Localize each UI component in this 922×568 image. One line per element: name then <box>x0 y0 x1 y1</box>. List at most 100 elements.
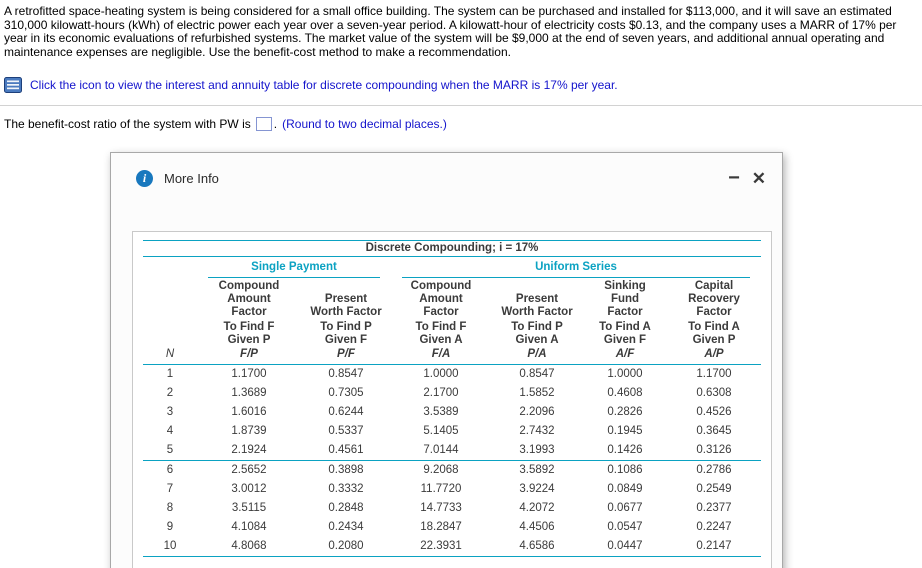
subheader: To Find A Given F A/F <box>583 320 667 365</box>
factor-symbol: P/F <box>337 348 355 360</box>
column-header-label: Capital Recovery Factor <box>688 280 740 318</box>
table-title: Discrete Compounding; i = 17% <box>143 240 761 257</box>
factor-cell: 2.7432 <box>519 425 555 437</box>
group-single-payment: Single Payment <box>197 257 391 280</box>
column-header: Compound Amount Factor <box>391 279 491 320</box>
factor-cell: 0.4608 <box>607 387 643 399</box>
question-row: The benefit-cost ratio of the system wit… <box>4 117 922 131</box>
table-row: 9 4.1084 0.2434 18.2847 4.4506 0.0547 0.… <box>143 518 761 537</box>
factor-cell: 1.3689 <box>231 387 267 399</box>
factor-cell: 0.4526 <box>696 406 732 418</box>
subheader: To Find P Given F P/F <box>301 320 391 365</box>
subheader-find: To Find A Given F <box>599 321 651 346</box>
info-icon-glyph: i <box>142 170 147 185</box>
factor-cell: 2.1700 <box>423 387 459 399</box>
factor-cell: 0.2549 <box>696 483 732 495</box>
factor-cell: 3.5115 <box>231 502 267 514</box>
subheader-find: To Find P Given F <box>320 321 372 346</box>
factor-cell: 0.0447 <box>583 537 667 557</box>
factor-cell: 2 <box>166 387 174 399</box>
factor-cell: 2.5652 <box>231 464 267 476</box>
column-header-spacer <box>143 279 197 320</box>
factor-cell: 0.2377 <box>696 502 732 514</box>
table-row: 3 1.6016 0.6244 3.5389 2.2096 0.2826 0.4… <box>143 403 761 422</box>
info-icon: i <box>136 169 153 187</box>
factor-cell: 0.3645 <box>696 425 732 437</box>
factor-cell: 0.1086 <box>607 464 643 476</box>
table-row: 1 1.1700 0.8547 1.0000 0.8547 1.0000 1.1… <box>143 365 761 385</box>
n-header: N <box>143 320 197 365</box>
question-text: The benefit-cost ratio of the system wit… <box>4 117 251 131</box>
table-row: 8 3.5115 0.2848 14.7733 4.2072 0.0677 0.… <box>143 499 761 518</box>
factor-cell: 1.0000 <box>423 368 459 380</box>
question-period: . <box>273 117 278 131</box>
factor-cell: 6 <box>166 464 174 476</box>
factor-cell: 3.9224 <box>519 483 555 495</box>
factor-cell: 4.6586 <box>491 537 583 557</box>
table-panel: Discrete Compounding; i = 17% Single Pay… <box>132 231 772 568</box>
factor-cell: 3.5389 <box>423 406 459 418</box>
close-button[interactable]: ✕ <box>752 170 766 187</box>
minimize-button[interactable]: − <box>728 168 740 188</box>
column-header: Sinking Fund Factor <box>583 279 667 320</box>
column-header: Present Worth Factor <box>491 279 583 320</box>
factor-cell: 0.6244 <box>328 406 364 418</box>
factor-cell: 3.0012 <box>231 483 267 495</box>
factor-cell: 3.5892 <box>519 464 555 476</box>
factor-cell: 3.1993 <box>491 441 583 461</box>
group-uniform-series: Uniform Series <box>391 257 761 280</box>
factor-cell: 0.2080 <box>301 537 391 557</box>
factor-cell: 14.7733 <box>420 502 462 514</box>
answer-input[interactable] <box>255 117 272 131</box>
factor-cell: 4.2072 <box>519 502 555 514</box>
factor-cell: 4.1084 <box>231 521 267 533</box>
factor-cell: 0.2434 <box>328 521 364 533</box>
factor-cell: 5.1405 <box>423 425 459 437</box>
factor-cell: 9 <box>166 521 174 533</box>
factor-cell: 3 <box>166 406 174 418</box>
factor-cell: 0.0547 <box>607 521 643 533</box>
factor-cell: 0.3126 <box>667 441 761 461</box>
factor-symbol: A/P <box>704 348 724 360</box>
column-header-label: Present Worth Factor <box>501 293 573 318</box>
subheader: To Find F Given A F/A <box>391 320 491 365</box>
subheader-row: N To Find F Given P F/P To Find P Given F… <box>143 320 761 365</box>
factor-cell: 9.2068 <box>423 464 459 476</box>
table-row: 6 2.5652 0.3898 9.2068 3.5892 0.1086 0.2… <box>143 461 761 481</box>
column-header: Present Worth Factor <box>301 279 391 320</box>
factor-cell: 22.3931 <box>391 537 491 557</box>
factor-cell: 0.6308 <box>696 387 732 399</box>
group-header-row: Single Payment Uniform Series <box>143 257 761 280</box>
round-note: (Round to two decimal places.) <box>282 117 447 131</box>
table-icon[interactable] <box>4 77 22 93</box>
column-header-label: Compound Amount Factor <box>218 280 280 318</box>
column-header-label: Compound Amount Factor <box>410 280 472 318</box>
factor-cell: 1 <box>166 368 174 380</box>
factor-symbol: F/A <box>431 348 451 360</box>
factor-cell: 1.0000 <box>607 368 643 380</box>
table-row: 4 1.8739 0.5337 5.1405 2.7432 0.1945 0.3… <box>143 422 761 441</box>
problem-statement: A retrofitted space-heating system is be… <box>4 4 897 59</box>
subheader-find: To Find F Given P <box>223 321 275 346</box>
column-header: Compound Amount Factor <box>197 279 301 320</box>
subheader: To Find P Given A P/A <box>491 320 583 365</box>
factor-cell: 1.1700 <box>231 368 267 380</box>
factor-cell: 1.5852 <box>519 387 555 399</box>
page: A retrofitted space-heating system is be… <box>0 4 922 568</box>
icon-instruction: Click the icon to view the interest and … <box>30 78 618 92</box>
group-label: Uniform Series <box>402 258 750 278</box>
factor-cell: 4 <box>166 425 174 437</box>
factor-cell: 7 <box>166 483 174 495</box>
factor-cell: 0.2147 <box>667 537 761 557</box>
factor-cell: 5 <box>143 441 197 461</box>
modal-header: i More Info − ✕ <box>111 153 782 188</box>
more-info-modal: i More Info − ✕ Discrete Compounding; i … <box>110 152 783 568</box>
factor-cell: 0.2826 <box>607 406 643 418</box>
table-row: 10 4.8068 0.2080 22.3931 4.6586 0.0447 0… <box>143 537 761 557</box>
factor-cell: 2.2096 <box>519 406 555 418</box>
factor-cell: 4.4506 <box>519 521 555 533</box>
factor-cell: 7.0144 <box>391 441 491 461</box>
factor-symbol: A/F <box>615 348 635 360</box>
group-label: Single Payment <box>208 258 380 278</box>
factor-symbol: P/A <box>527 348 547 360</box>
